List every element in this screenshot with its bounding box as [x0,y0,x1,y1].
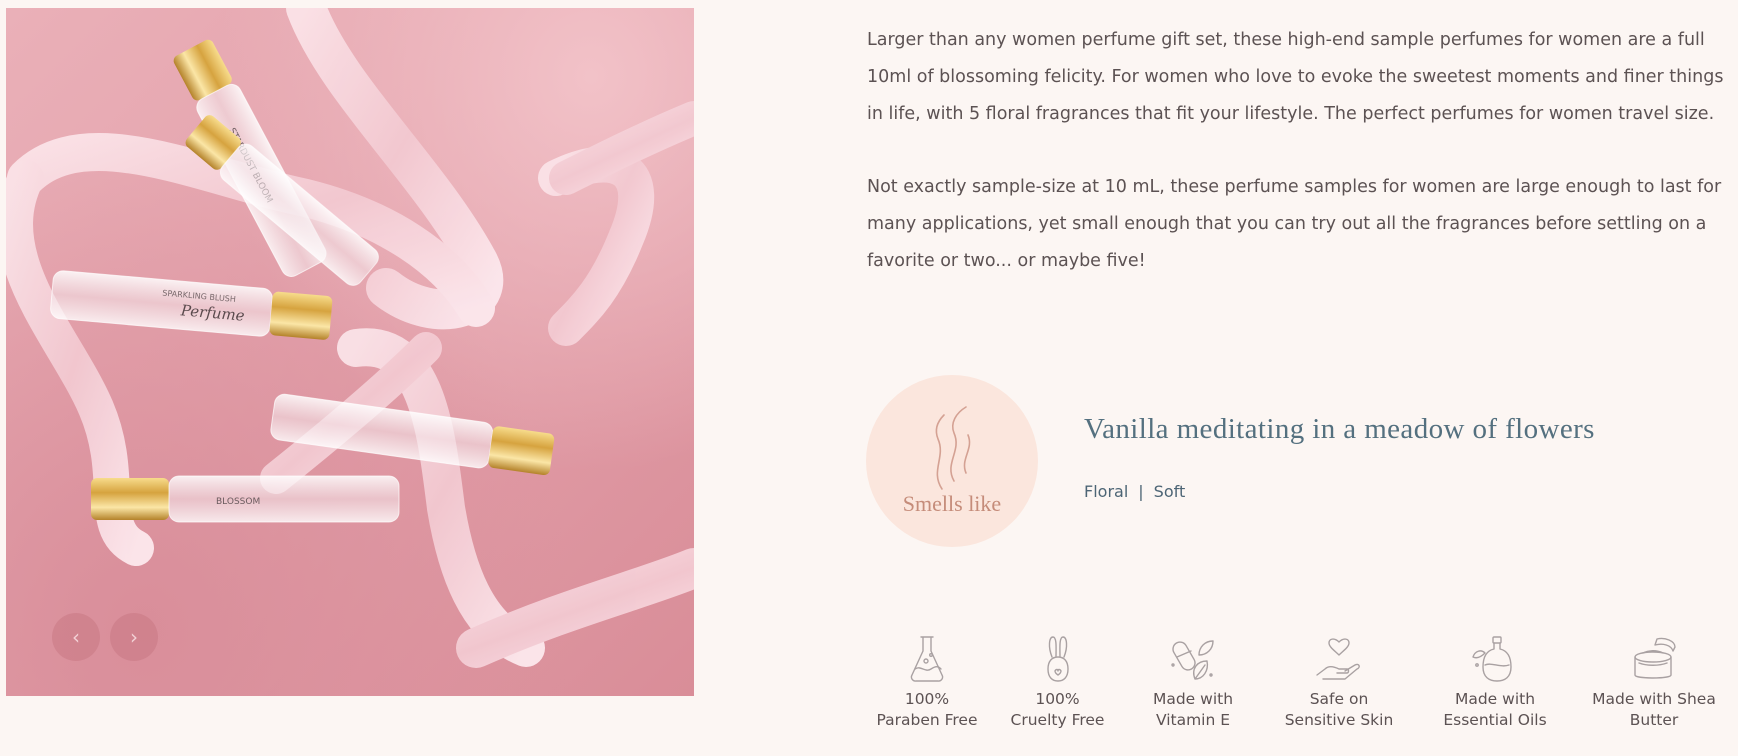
product-image-gallery: STARDUST BLOOM SPARKLING BLUSH Perfume B… [6,8,694,696]
benefit-label: 100% Cruelty Free [1010,690,1105,729]
bottle-label: BLOSSOM [216,497,260,507]
benefit-shea-butter: Made with Shea Butter [1585,635,1723,731]
ribbon-decoration [6,8,694,668]
butter-jar-icon [1634,637,1676,679]
hand-heart-icon [1316,638,1360,680]
flask-icon [910,636,944,682]
capsule-leaf-icon [1171,640,1214,680]
description-paragraph-2: Not exactly sample-size at 10 mL, these … [867,177,1722,271]
scent-wisp-icon [935,406,971,490]
description-paragraph-1: Larger than any women perfume gift set, … [867,30,1724,124]
benefit-cruelty-free: 100% Cruelty Free [995,635,1120,731]
perfume-bottle-3: SPARKLING BLUSH Perfume [50,270,333,340]
benefit-label: Safe on Sensitive Skin [1284,690,1394,729]
benefit-vitamin-e: Made with Vitamin E [1128,635,1258,731]
product-photo: STARDUST BLOOM SPARKLING BLUSH Perfume B… [6,8,694,668]
oil-bottle-icon [1472,636,1512,682]
scent-note-floral: Floral [1084,482,1129,501]
smells-like-badge: Smells like [866,375,1038,547]
benefit-sensitive-skin: Safe on Sensitive Skin [1268,635,1410,731]
scent-note-soft: Soft [1153,482,1186,501]
benefit-essential-oils: Made with Essential Oils [1424,635,1566,731]
scent-notes: Floral | Soft [1084,482,1185,501]
benefit-label: 100% Paraben Free [876,690,978,729]
bunny-icon [1046,636,1069,682]
benefit-label: Made with Essential Oils [1443,690,1547,729]
benefit-label: Made with Shea Butter [1592,690,1716,729]
scent-note-separator: | [1138,482,1144,501]
benefits-row: 100% Paraben Free 100% Cruelty Free Made… [0,635,1738,756]
benefit-paraben-free: 100% Paraben Free [862,635,992,731]
product-description: Larger than any women perfume gift set, … [867,22,1727,316]
perfume-bottle-5: BLOSSOM [91,475,400,523]
smells-like-label: Smells like [902,491,1002,516]
scent-title: Vanilla meditating in a meadow of flower… [1084,413,1595,445]
benefit-label: Made with Vitamin E [1152,690,1234,729]
